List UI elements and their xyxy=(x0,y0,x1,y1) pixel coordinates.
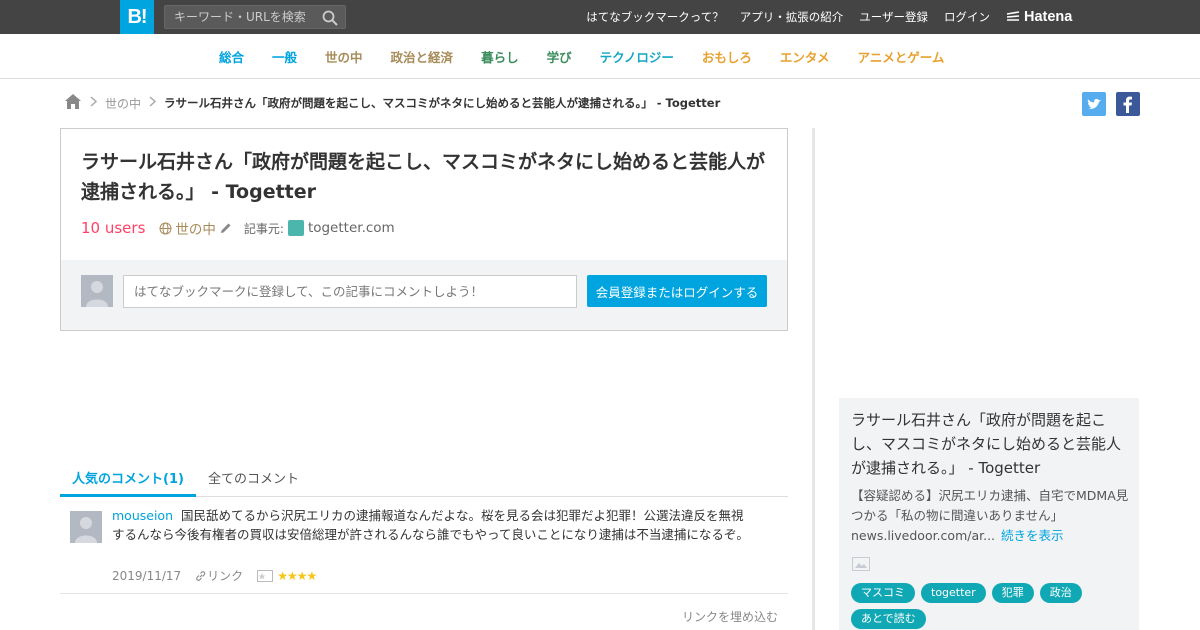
search-icon[interactable] xyxy=(321,9,339,27)
comment-meta: 2019/11/17 リンク ★★★★ xyxy=(112,567,317,584)
search-box[interactable] xyxy=(164,5,346,29)
avatar xyxy=(81,275,113,307)
home-icon[interactable] xyxy=(64,93,82,113)
source-domain: togetter.com xyxy=(307,220,395,236)
entry-category-label: 世の中 xyxy=(175,222,216,238)
source-label: 記事元: xyxy=(243,221,284,236)
globe-icon xyxy=(159,222,172,234)
add-star-icon[interactable] xyxy=(257,569,274,582)
tab-popular-comments[interactable]: 人気のコメント(1) xyxy=(60,458,196,497)
twitter-share-button[interactable] xyxy=(1082,92,1106,116)
tag-badge[interactable]: togetter xyxy=(921,583,986,603)
summary-text: 【容疑認める】沢尻エリカ逮捕、自宅でMDMA見つかる「私の物に間違いありません」… xyxy=(851,488,1129,543)
tag-list: マスコミ togetter 犯罪 政治あとで読む xyxy=(851,583,1131,629)
login-link[interactable]: ログイン xyxy=(944,9,990,25)
embed-link[interactable]: リンクを埋め込む xyxy=(682,608,778,625)
togetter-favicon-icon xyxy=(287,220,304,236)
category-item[interactable]: 一般 xyxy=(272,47,297,66)
entry-category[interactable]: 世の中 xyxy=(159,218,232,238)
comment-input[interactable] xyxy=(123,275,577,308)
tab-all-comments[interactable]: 全てのコメント xyxy=(196,458,311,497)
comment-link-label: リンク xyxy=(207,569,244,583)
breadcrumb-category[interactable]: 世の中 xyxy=(105,95,141,112)
chevron-right-icon xyxy=(149,96,157,110)
pencil-icon[interactable] xyxy=(220,222,232,234)
register-login-button[interactable]: 会員登録またはログインする xyxy=(587,275,767,307)
avatar[interactable] xyxy=(70,511,102,543)
tag-badge[interactable]: あとで読む xyxy=(851,609,926,629)
category-item[interactable]: 学び xyxy=(547,47,572,66)
register-link[interactable]: ユーザー登録 xyxy=(859,9,928,25)
bookmark-users-count[interactable]: 10 users xyxy=(81,219,145,237)
search-input[interactable] xyxy=(165,6,315,28)
apps-link[interactable]: アプリ・拡張の紹介 xyxy=(740,9,844,25)
tag-badge[interactable]: マスコミ xyxy=(851,583,915,603)
link-icon xyxy=(196,570,206,581)
comment-body: mouseion 国民舐めてるから沢尻エリカの逮捕報道なんだよな。桜を見る会は犯罪… xyxy=(112,506,752,544)
sidebar-entry-title[interactable]: ラサール石井さん「政府が問題を起こし、マスコミがネタにし始めると芸能人が逮捕され… xyxy=(851,408,1131,480)
category-item[interactable]: アニメとゲーム xyxy=(858,47,945,66)
chevron-right-icon xyxy=(90,96,98,110)
comment-tabs: 人気のコメント(1) 全てのコメント xyxy=(60,458,788,497)
comment-username[interactable]: mouseion xyxy=(112,508,173,523)
column-divider xyxy=(812,128,815,630)
sidebar-entry-card: ラサール石井さん「政府が問題を起こし、マスコミがネタにし始めると芸能人が逮捕され… xyxy=(839,398,1139,630)
breadcrumb-current: ラサール石井さん「政府が問題を起こし、マスコミがネタにし始めると芸能人が逮捕され… xyxy=(164,96,721,110)
category-item[interactable]: 世の中 xyxy=(325,47,363,66)
entry-card: ラサール石井さん「政府が問題を起こし、マスコミがネタにし始めると芸能人が逮捕され… xyxy=(60,128,788,331)
category-item[interactable]: おもしろ xyxy=(702,47,752,66)
top-bar: B! はてなブックマークって？ アプリ・拡張の紹介 ユーザー登録 ログイン Ha… xyxy=(0,0,1200,34)
tag-badge[interactable]: 政治 xyxy=(1039,583,1082,603)
source-link[interactable]: togetter.com xyxy=(287,220,395,236)
comment-date[interactable]: 2019/11/17 xyxy=(112,569,181,583)
tag-badge[interactable]: 犯罪 xyxy=(991,583,1034,603)
about-link[interactable]: はてなブックマークって？ xyxy=(586,9,723,25)
top-nav: はてなブックマークって？ アプリ・拡張の紹介 ユーザー登録 ログイン xyxy=(586,0,990,34)
facebook-share-button[interactable] xyxy=(1116,92,1140,116)
hatena-menu[interactable]: Hatena xyxy=(1006,8,1072,26)
facebook-icon xyxy=(1123,96,1132,113)
breadcrumb: 世の中 ラサール石井さん「政府が問題を起こし、マスコミがネタにし始めると芸能人が… xyxy=(64,93,720,113)
category-item[interactable]: テクノロジー xyxy=(600,47,674,66)
category-nav: 総合 一般 世の中 政治と経済 暮らし 学び テクノロジー おもしろ エンタメ アニメとゲーム xyxy=(0,34,1200,79)
hatena-icon xyxy=(1006,11,1020,21)
category-item[interactable]: エンタメ xyxy=(780,47,830,66)
twitter-icon xyxy=(1087,98,1101,109)
sidebar-entry-summary: 【容疑認める】沢尻エリカ逮捕、自宅でMDMA見つかる「私の物に間違いありません」… xyxy=(851,486,1133,546)
category-item[interactable]: 政治と経済 xyxy=(391,47,454,66)
star-rating[interactable]: ★★★★ xyxy=(277,569,317,583)
hatena-bookmark-logo[interactable]: B! xyxy=(120,0,154,34)
image-placeholder-icon xyxy=(852,556,870,575)
comment-form: 会員登録またはログインする xyxy=(61,260,787,330)
comment-item: mouseion 国民舐めてるから沢尻エリカの逮捕報道なんだよな。桜を見る会は犯罪… xyxy=(60,497,788,594)
comment-link[interactable]: リンク xyxy=(195,567,243,584)
hatena-label: Hatena xyxy=(1024,9,1073,25)
entry-title[interactable]: ラサール石井さん「政府が問題を起こし、マスコミがネタにし始めると芸能人が逮捕され… xyxy=(81,147,771,207)
category-item[interactable]: 総合 xyxy=(219,47,244,66)
category-item[interactable]: 暮らし xyxy=(481,47,519,66)
comment-text: 国民舐めてるから沢尻エリカの逮捕報道なんだよな。桜を見る会は犯罪だよ犯罪！公選法… xyxy=(112,508,749,542)
show-more-link[interactable]: 続きを表示 xyxy=(1001,528,1064,543)
entry-meta: 10 users 世の中 記事元: togetter.com xyxy=(81,218,395,238)
